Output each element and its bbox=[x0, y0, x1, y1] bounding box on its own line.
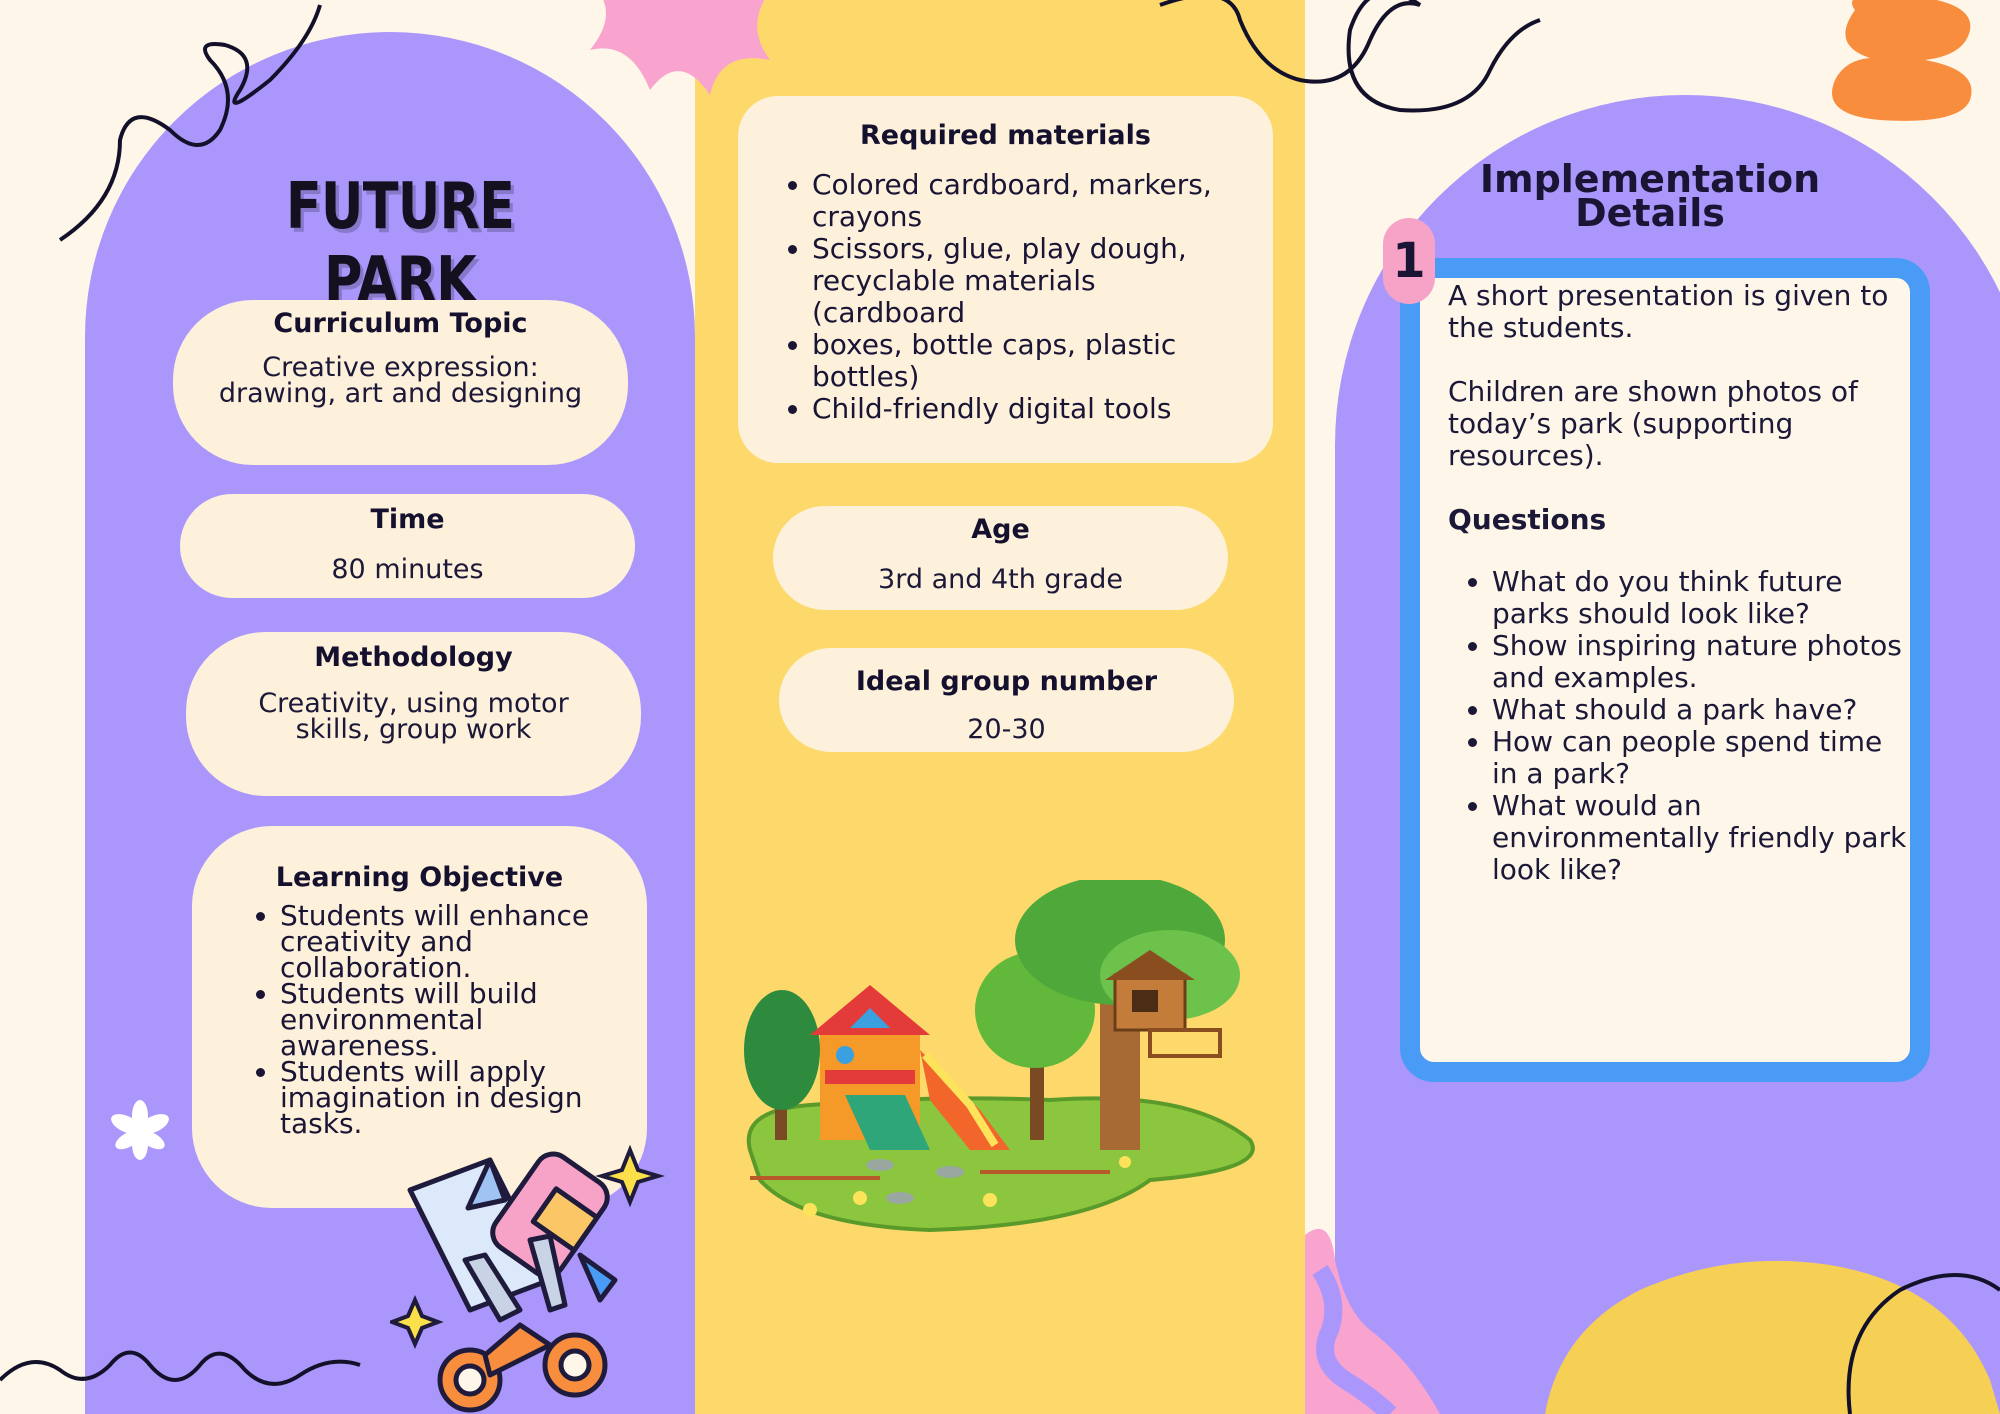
list-item: Scissors, glue, play dough, recyclable m… bbox=[812, 233, 1253, 329]
implementation-para-2: Children are shown photos of today’s par… bbox=[1448, 375, 1858, 472]
group-text: 20-30 bbox=[967, 714, 1046, 745]
objective-heading: Learning Objective bbox=[275, 862, 564, 893]
curriculum-card: Curriculum Topic Creative expression: dr… bbox=[173, 300, 628, 465]
asterisk-icon bbox=[111, 1100, 169, 1160]
scissors-glue-icon bbox=[390, 1144, 665, 1413]
questions-heading: Questions bbox=[1448, 503, 1607, 536]
materials-heading: Required materials bbox=[860, 120, 1151, 151]
pink-flower-icon bbox=[590, 0, 770, 95]
scribble-icon bbox=[0, 1350, 361, 1386]
group-heading: Ideal group number bbox=[855, 666, 1158, 697]
time-text: 80 minutes bbox=[331, 554, 484, 585]
list-item: What would an environmentally friendly p… bbox=[1492, 790, 1908, 886]
group-card: Ideal group number 20-30 bbox=[779, 648, 1234, 752]
age-text: 3rd and 4th grade bbox=[878, 564, 1123, 595]
playground-illustration bbox=[744, 880, 1255, 1233]
age-card: Age 3rd and 4th grade bbox=[773, 506, 1228, 610]
list-item: What should a park have? bbox=[1492, 694, 1908, 726]
list-item: Students will enhance creativity and col… bbox=[280, 902, 617, 982]
list-item: Show inspiring nature photos and example… bbox=[1492, 630, 1908, 694]
materials-list: Colored cardboard, markers, crayons Scis… bbox=[768, 169, 1253, 425]
list-item: Colored cardboard, markers, crayons bbox=[812, 169, 1253, 233]
scribble-icon bbox=[1159, 0, 1541, 113]
methodology-text: Creativity, using motor skills, group wo… bbox=[258, 688, 569, 745]
list-item: Students will apply imagination in desig… bbox=[280, 1058, 617, 1138]
yellow-blob bbox=[1545, 1260, 2000, 1414]
time-card: Time 80 minutes bbox=[180, 494, 635, 598]
questions-list: What do you think future parks should lo… bbox=[1448, 566, 1908, 886]
sparkle-icon bbox=[595, 1144, 665, 1208]
list-item: How can people spend time in a park? bbox=[1492, 726, 1908, 790]
curriculum-heading: Curriculum Topic bbox=[273, 308, 528, 339]
page-title: FUTURE PARK bbox=[285, 170, 515, 318]
methodology-card: Methodology Creativity, using motor skil… bbox=[186, 632, 641, 796]
list-item: Students will build environmental awaren… bbox=[280, 980, 617, 1060]
list-item: Child-friendly digital tools bbox=[812, 393, 1253, 425]
materials-card: Required materials Colored cardboard, ma… bbox=[738, 96, 1273, 463]
list-item: boxes, bottle caps, plastic bottles) bbox=[812, 329, 1253, 393]
time-heading: Time bbox=[370, 504, 445, 535]
curriculum-text: Creative expression: drawing, art and de… bbox=[218, 352, 583, 409]
implementation-content: A short presentation is given to the stu… bbox=[1448, 280, 1908, 886]
list-item: What do you think future parks should lo… bbox=[1492, 566, 1908, 630]
step-number-badge: 1 bbox=[1383, 218, 1435, 304]
methodology-heading: Methodology bbox=[314, 642, 513, 673]
sparkle-icon bbox=[390, 1295, 444, 1349]
implementation-title: Implementation Details bbox=[1479, 157, 1821, 235]
orange-blob-icon bbox=[1832, 0, 1972, 121]
age-heading: Age bbox=[971, 514, 1030, 545]
implementation-para-1: A short presentation is given to the stu… bbox=[1448, 279, 1889, 344]
objective-list: Students will enhance creativity and col… bbox=[242, 902, 617, 1138]
